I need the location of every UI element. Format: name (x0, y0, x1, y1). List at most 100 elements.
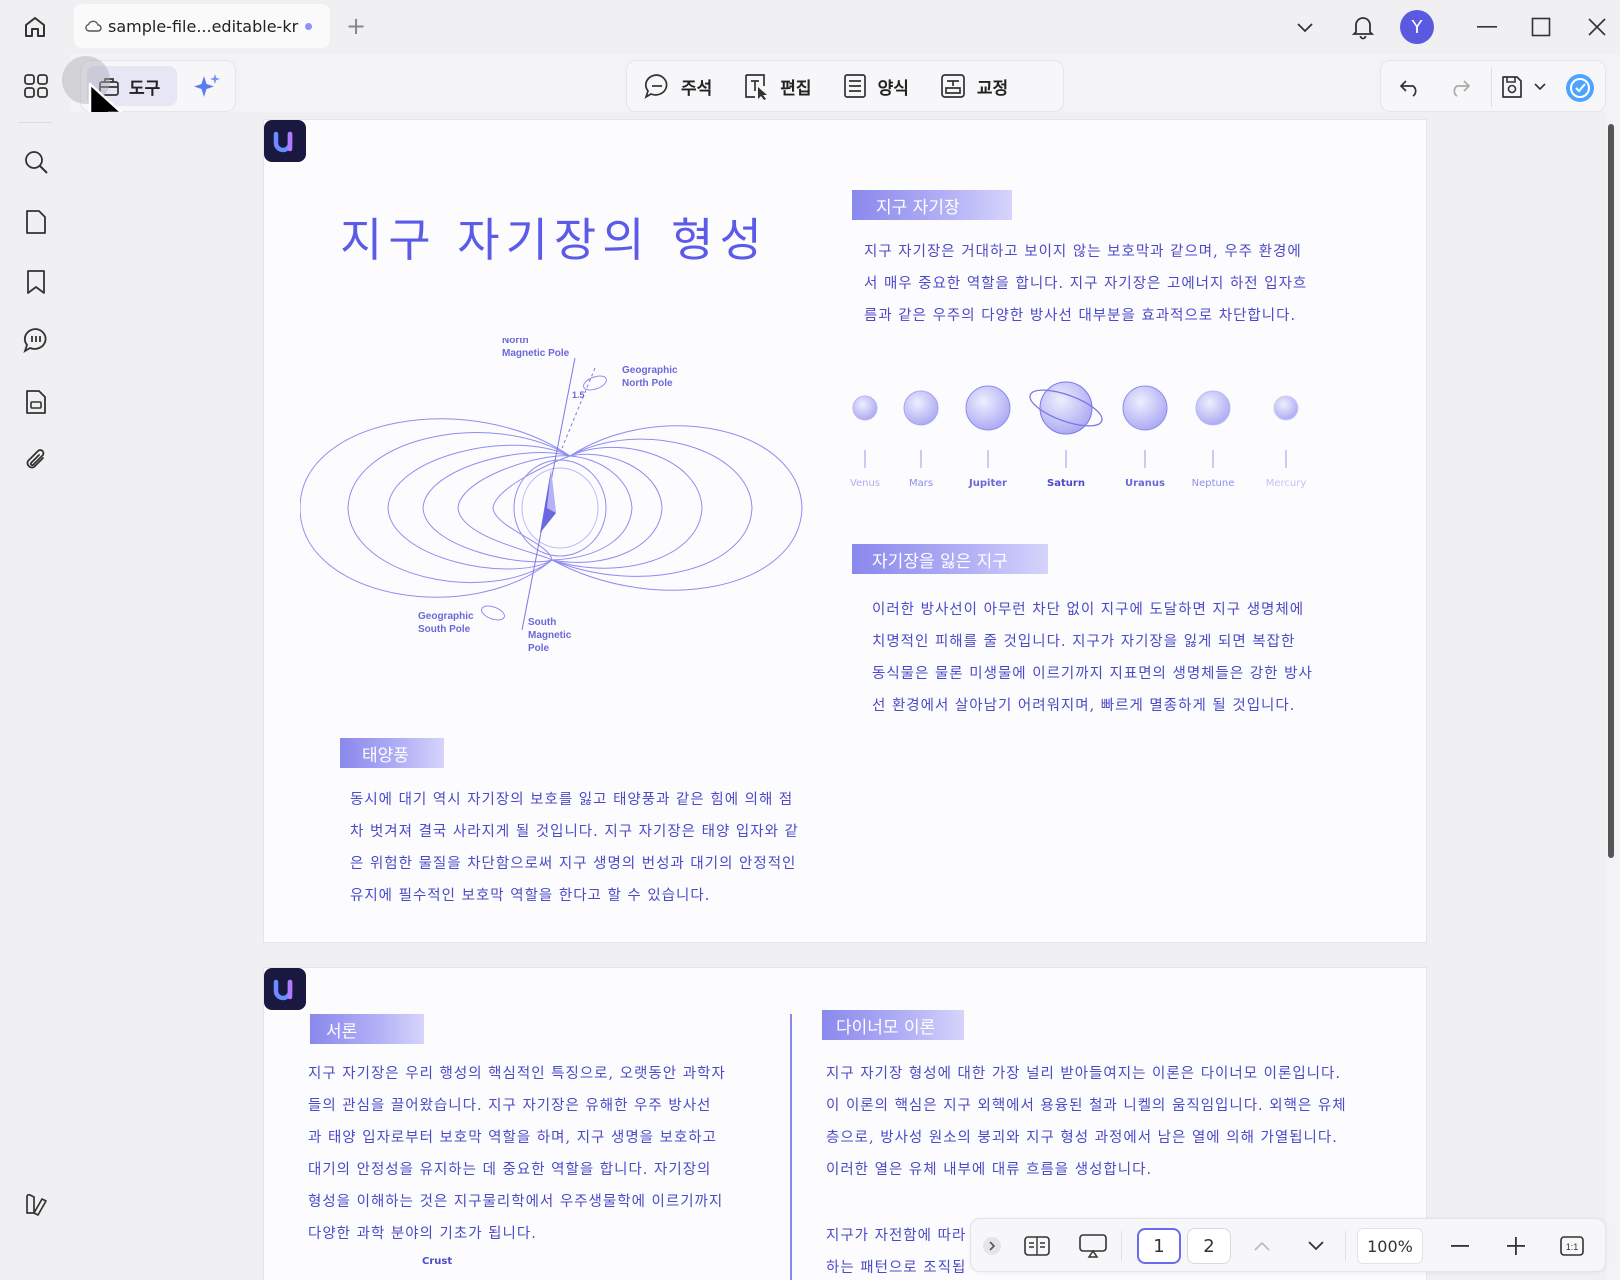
document-tab[interactable]: sample-file...editable-kr (74, 4, 330, 48)
text-line: 하는 패턴으로 조직됩 (826, 1260, 967, 1276)
zoom-in-icon[interactable] (1499, 1228, 1533, 1264)
planet-label: Uranus (1125, 478, 1165, 489)
ai-assistant-icon[interactable] (1563, 71, 1597, 105)
text-line: 동식물은 물론 미생물에 이르기까지 지표면의 생명체들은 강한 방사 (872, 666, 1313, 682)
tab-edit-label: 편집 (780, 78, 812, 99)
text-line: 유지에 필수적인 보호막 역할을 한다고 할 수 있습니다. (350, 888, 711, 904)
section-heading-solar-wind: 태양풍 (340, 738, 444, 768)
nav-divider (1345, 1231, 1346, 1261)
redact-icon (940, 74, 965, 98)
vertical-scrollbar[interactable] (1608, 124, 1614, 858)
dynamo-paragraph: 지구 자기장 형성에 대한 가장 널리 받아들여지는 이론은 다이너모 이론입니… (826, 1058, 1406, 1186)
geo-north-label-2: North Pole (622, 378, 673, 389)
attachment-doc-icon[interactable] (18, 384, 54, 420)
home-icon[interactable] (18, 10, 52, 44)
angle-label: 1.5 (572, 390, 585, 400)
magnetic-field-diagram: North Magnetic Pole Geographic North Pol… (300, 338, 803, 654)
planet-venus (852, 395, 878, 421)
planet-mars (903, 390, 939, 426)
planets-graphic (852, 381, 1299, 468)
bell-icon[interactable] (1346, 10, 1380, 44)
app-logo (264, 120, 306, 162)
zoom-out-icon[interactable] (1443, 1228, 1477, 1264)
theme-icon[interactable] (18, 1186, 54, 1222)
tab-form-label: 양식 (877, 78, 909, 99)
reading-mode-icon[interactable] (1019, 1228, 1055, 1264)
text-line: 차 벗겨져 결국 사라지게 될 것입니다. 지구 자기장은 태양 입자와 같 (350, 824, 799, 840)
crust-label: Crust (422, 1256, 453, 1267)
actual-size-icon[interactable]: 1:1 (1555, 1228, 1589, 1264)
cloud-icon (85, 20, 102, 32)
nav-divider (1121, 1231, 1122, 1261)
text-line: 지구 자기장은 거대하고 보이지 않는 보호막과 같으며, 우주 환경에 (864, 244, 1302, 260)
rail-divider (18, 122, 52, 123)
page-title: 지구 자기장의 형성 (340, 213, 768, 267)
tab-redact-label: 교정 (976, 78, 1009, 99)
tab-form[interactable]: 양식 (842, 72, 909, 100)
text-line: 지구 자기장 형성에 대한 가장 널리 받아들여지는 이론은 다이너모 이론입니… (826, 1066, 1341, 1082)
minimize-icon[interactable] (1470, 10, 1504, 44)
presentation-icon[interactable] (1075, 1228, 1111, 1264)
action-group (1380, 60, 1606, 112)
tab-title: sample-file...editable-kr (108, 16, 299, 36)
redo-icon[interactable] (1445, 73, 1475, 101)
apps-grid-icon[interactable] (18, 68, 54, 104)
tools-label: 도구 (129, 78, 161, 99)
text-line: 선 환경에서 살아남기 어려워지며, 빠르게 멸종하게 될 것입니다. (872, 698, 1296, 714)
save-icon[interactable] (1495, 71, 1529, 103)
page-2-button[interactable]: 2 (1187, 1228, 1231, 1264)
mode-toolbar: 주석 편집 양식 교정 (626, 60, 1064, 112)
tab-redact[interactable]: 교정 (939, 72, 1008, 100)
bookmark-icon[interactable] (18, 264, 54, 300)
save-dropdown-icon[interactable] (1533, 77, 1547, 97)
avatar[interactable]: Y (1400, 10, 1434, 44)
maximize-icon[interactable] (1524, 10, 1558, 44)
text-line: 이러한 방사선이 아무런 차단 없이 지구에 도달하면 지구 생명체에 (872, 602, 1305, 618)
planet-neptune (1195, 390, 1231, 426)
tab-edit[interactable]: 편집 (742, 71, 812, 101)
zoom-level[interactable]: 100% (1357, 1228, 1423, 1264)
unsaved-dot (305, 22, 312, 30)
south-magnetic-label-2: Magnetic (528, 630, 572, 641)
group-divider (1491, 67, 1492, 107)
chevron-down-icon[interactable] (1290, 10, 1320, 44)
close-icon[interactable] (1580, 10, 1614, 44)
tab-comment[interactable]: 주석 (643, 72, 712, 100)
planet-label: Venus (849, 478, 881, 489)
edit-text-icon (745, 74, 768, 100)
collapse-nav-icon[interactable] (981, 1228, 1003, 1264)
svg-text:1:1: 1:1 (1566, 1242, 1579, 1252)
page-thumbnail-icon[interactable] (18, 204, 54, 240)
text-line: 들의 관심을 끌어왔습니다. 지구 자기장은 유해한 우주 방사선 (308, 1098, 712, 1114)
text-line: 과 태양 입자로부터 보호막 역할을 하며, 지구 생명을 보호하고 (308, 1130, 717, 1146)
new-tab-button[interactable]: + (346, 12, 366, 40)
text-line: 층으로, 방사성 원소의 붕괴와 지구 형성 과정에서 남은 열에 의해 가열됩… (826, 1130, 1338, 1146)
intro-paragraph: 지구 자기장은 우리 행성의 핵심적인 특징으로, 오랫동안 과학자 들의 관심… (308, 1058, 768, 1250)
previous-page-icon[interactable] (1245, 1228, 1279, 1264)
app-logo (264, 968, 306, 1010)
planet-uranus (1122, 385, 1168, 431)
undo-icon[interactable] (1395, 73, 1425, 101)
section-heading-lost-field: 자기장을 잃은 지구 (852, 544, 1048, 574)
search-icon[interactable] (18, 144, 54, 180)
text-line: 동시에 대기 역시 자기장의 보호를 잃고 태양풍과 같은 힘에 의해 점 (350, 792, 794, 808)
page-1-button[interactable]: 1 (1137, 1228, 1181, 1264)
earth-field-paragraph: 지구 자기장은 거대하고 보이지 않는 보호막과 같으며, 우주 환경에 서 매… (864, 236, 1354, 332)
left-sidebar (0, 54, 70, 1280)
planet-label: Mars (908, 478, 934, 489)
text-line: 지구 자기장은 우리 행성의 핵심적인 특징으로, 오랫동안 과학자 (308, 1066, 726, 1082)
text-line: 름과 같은 우주의 다양한 방사선 대부분을 효과적으로 차단합니다. (864, 308, 1297, 324)
comments-icon[interactable] (18, 322, 54, 358)
lost-field-paragraph: 이러한 방사선이 아무런 차단 없이 지구에 도달하면 지구 생명체에 치명적인… (872, 594, 1352, 722)
solar-wind-paragraph: 동시에 대기 역시 자기장의 보호를 잃고 태양풍과 같은 힘에 의해 점 차 … (350, 784, 860, 912)
column-divider (790, 1014, 792, 1280)
north-magnetic-label: North (502, 338, 529, 346)
paperclip-icon[interactable] (18, 442, 54, 478)
planet-label: Neptune (1191, 478, 1235, 489)
text-line: 이러한 열은 유체 내부에 대류 흐름을 생성합니다. (826, 1162, 1153, 1178)
tab-comment-label: 주석 (681, 78, 713, 99)
section-heading-dynamo: 다이너모 이론 (822, 1010, 964, 1040)
text-line: 다양한 과학 분야의 기초가 됩니다. (308, 1226, 537, 1242)
ai-sparkle-icon[interactable] (189, 69, 225, 105)
next-page-icon[interactable] (1299, 1228, 1333, 1264)
